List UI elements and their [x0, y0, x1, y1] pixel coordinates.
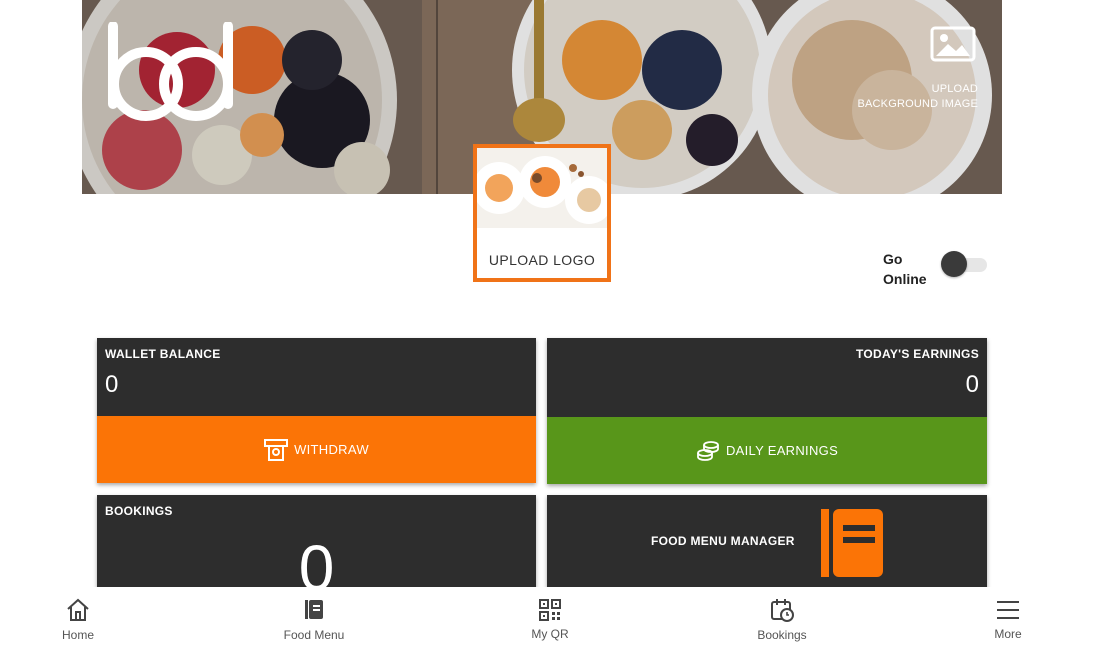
withdraw-button[interactable]: WITHDRAW — [97, 416, 536, 483]
nav-bookings-label: Bookings — [757, 628, 807, 642]
nav-bookings[interactable]: Bookings — [746, 587, 818, 665]
nav-more-label: More — [994, 627, 1022, 641]
hamburger-icon — [997, 601, 1019, 619]
upload-bg-label-line1: UPLOAD — [931, 83, 978, 95]
wallet-balance-card: WALLET BALANCE 0 WITHDRAW — [97, 338, 536, 483]
todays-earnings-title: TODAY'S EARNINGS — [855, 347, 979, 361]
bottom-navigation: Home Food Menu My QR Bookings More — [0, 587, 1114, 665]
daily-earnings-label: DAILY EARNINGS — [725, 443, 839, 458]
toggle-knob — [941, 251, 967, 277]
wallet-balance-title: WALLET BALANCE — [105, 347, 221, 361]
bookings-title: BOOKINGS — [105, 504, 173, 518]
go-online-label: Go Online — [883, 251, 927, 287]
todays-earnings-card: TODAY'S EARNINGS 0 DAILY EARNINGS — [547, 338, 987, 484]
withdraw-label: WITHDRAW — [294, 442, 369, 457]
nav-food-menu-label: Food Menu — [283, 628, 345, 642]
upload-bg-label-line2: BACKGROUND IMAGE — [857, 98, 978, 110]
nav-my-qr[interactable]: My QR — [520, 587, 580, 665]
food-menu-manager-title: FOOD MENU MANAGER — [651, 534, 795, 548]
nav-my-qr-label: My QR — [531, 627, 569, 641]
nav-home-label: Home — [61, 628, 94, 642]
wallet-balance-value: 0 — [105, 371, 119, 398]
brand-logo — [108, 22, 233, 121]
upload-background-button[interactable]: UPLOAD BACKGROUND IMAGE — [838, 26, 978, 112]
todays-earnings-value: 0 — [965, 371, 979, 398]
home-icon — [67, 598, 89, 621]
nav-food-menu[interactable]: Food Menu — [274, 587, 354, 665]
logo-thumbnail-image — [477, 148, 607, 228]
daily-earnings-button[interactable]: DAILY EARNINGS — [547, 417, 987, 484]
nav-more[interactable]: More — [980, 587, 1036, 665]
menu-book-icon — [821, 509, 883, 577]
calendar-clock-icon — [771, 599, 794, 622]
book-icon — [305, 600, 323, 619]
image-icon — [930, 26, 976, 62]
upload-logo-label: UPLOAD LOGO — [488, 252, 596, 268]
nav-home[interactable]: Home — [48, 587, 108, 665]
qr-icon — [539, 599, 561, 621]
go-online-control: Go Online — [883, 249, 993, 291]
upload-logo-button[interactable]: UPLOAD LOGO — [473, 144, 611, 282]
go-online-toggle[interactable] — [941, 251, 987, 277]
coins-icon — [697, 440, 719, 461]
atm-withdraw-icon — [264, 438, 289, 461]
